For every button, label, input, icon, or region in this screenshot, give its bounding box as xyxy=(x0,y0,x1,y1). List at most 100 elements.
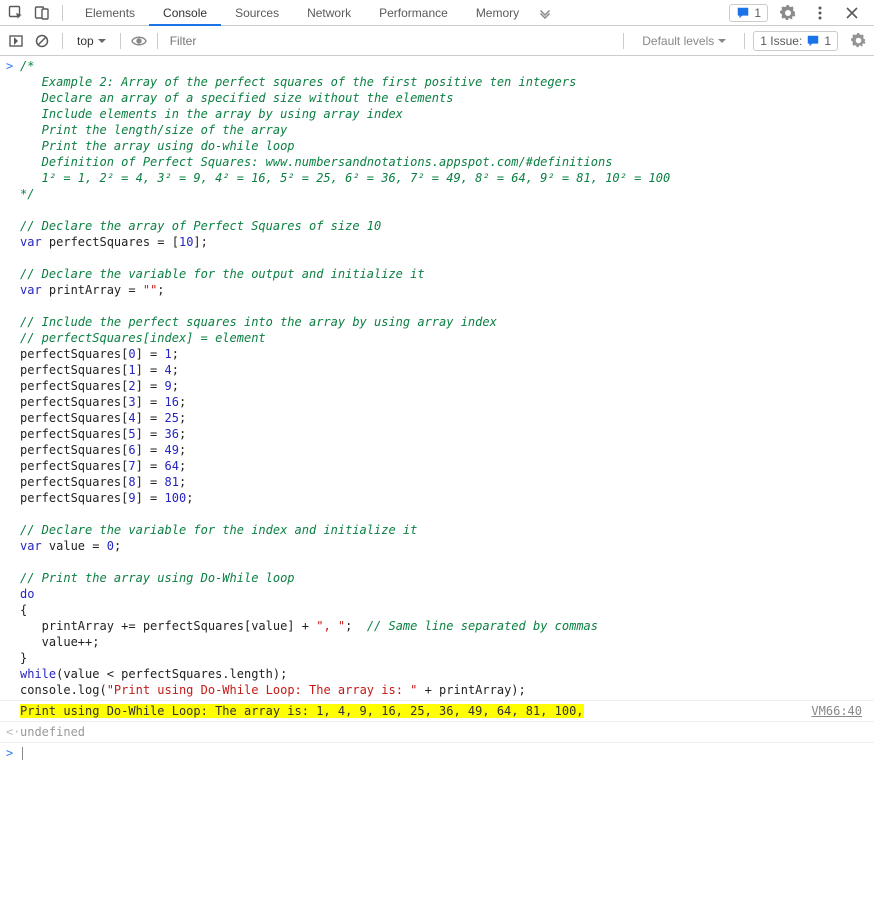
n: 9 xyxy=(165,379,172,393)
c: } xyxy=(20,651,27,665)
code: perfectSquares = [ xyxy=(42,235,179,249)
separator xyxy=(62,33,63,49)
str: "" xyxy=(143,283,157,297)
n: 1 xyxy=(128,363,135,377)
inspect-icon[interactable] xyxy=(4,1,28,25)
n: 2 xyxy=(128,379,135,393)
c: ; xyxy=(179,459,186,473)
more-tabs-icon[interactable] xyxy=(533,1,557,25)
c: ; xyxy=(179,475,186,489)
console-body: > /* Example 2: Array of the perfect squ… xyxy=(0,56,874,763)
n: 5 xyxy=(128,427,135,441)
n: 0 xyxy=(107,539,114,553)
c: ] = xyxy=(136,491,165,505)
n: 100 xyxy=(165,491,187,505)
messages-badge[interactable]: 1 xyxy=(729,4,768,22)
n: 7 xyxy=(128,459,135,473)
context-selector[interactable]: top xyxy=(71,31,112,51)
c: (value < perfectSquares.length); xyxy=(56,667,287,681)
tab-memory[interactable]: Memory xyxy=(462,0,533,26)
console-return-row: <· undefined xyxy=(0,722,874,743)
n: 4 xyxy=(128,411,135,425)
s: ", " xyxy=(316,619,345,633)
separator xyxy=(62,5,63,21)
sidebar-toggle-icon[interactable] xyxy=(4,29,28,53)
console-input-row: > /* Example 2: Array of the perfect squ… xyxy=(0,56,874,700)
c: perfectSquares[ xyxy=(20,363,128,377)
c: ] = xyxy=(136,379,165,393)
kw: var xyxy=(20,235,42,249)
n: 6 xyxy=(128,443,135,457)
input-chevron-icon: > xyxy=(6,745,20,761)
c: ; xyxy=(179,411,186,425)
console-prompt[interactable]: > xyxy=(0,743,874,763)
c: ; xyxy=(179,395,186,409)
c: ; xyxy=(179,443,186,457)
separator xyxy=(744,33,745,49)
s: "Print using Do-While Loop: The array is… xyxy=(107,683,418,697)
c: ] = xyxy=(136,459,165,473)
code-comment: // perfectSquares[index] = element xyxy=(20,331,266,345)
c: perfectSquares[ xyxy=(20,379,128,393)
c: ; xyxy=(345,619,367,633)
source-link[interactable]: VM66:40 xyxy=(811,703,868,719)
live-expression-icon[interactable] xyxy=(129,35,149,47)
c: printArray += perfectSquares[value] + xyxy=(20,619,316,633)
code: ; xyxy=(157,283,164,297)
c: perfectSquares[ xyxy=(20,347,128,361)
tab-performance[interactable]: Performance xyxy=(365,0,462,26)
code-comment: // Declare the variable for the output a… xyxy=(20,267,425,281)
n: 64 xyxy=(165,459,179,473)
kw: var xyxy=(20,539,42,553)
c: ] = xyxy=(136,475,165,489)
n: 0 xyxy=(128,347,135,361)
clear-console-icon[interactable] xyxy=(30,29,54,53)
n: 3 xyxy=(128,395,135,409)
output-chevron-icon: <· xyxy=(6,724,20,740)
log-highlight: Print using Do-While Loop: The array is:… xyxy=(20,704,584,718)
tab-console[interactable]: Console xyxy=(149,0,221,26)
devtools-tabbar: Elements Console Sources Network Perform… xyxy=(0,0,874,26)
kw: do xyxy=(20,587,34,601)
console-settings-icon[interactable] xyxy=(846,33,870,48)
separator xyxy=(623,33,624,49)
c: ; xyxy=(172,379,179,393)
n: 16 xyxy=(165,395,179,409)
message-count: 1 xyxy=(754,6,761,20)
c: ] = xyxy=(136,411,165,425)
tab-sources[interactable]: Sources xyxy=(221,0,293,26)
cm: // Same line separated by commas xyxy=(367,619,598,633)
c: ; xyxy=(172,363,179,377)
c: value++; xyxy=(20,635,99,649)
code-comment: // Declare the array of Perfect Squares … xyxy=(20,219,381,233)
console-toolbar: top Default levels 1 Issue: 1 xyxy=(0,26,874,56)
device-toggle-icon[interactable] xyxy=(30,1,54,25)
c: + printArray); xyxy=(417,683,525,697)
tab-elements[interactable]: Elements xyxy=(71,0,149,26)
settings-icon[interactable] xyxy=(776,1,800,25)
kw: while xyxy=(20,667,56,681)
cursor xyxy=(22,747,23,760)
n: 1 xyxy=(165,347,172,361)
tab-network[interactable]: Network xyxy=(293,0,365,26)
c: console.log( xyxy=(20,683,107,697)
filter-input[interactable] xyxy=(166,31,616,51)
c: perfectSquares[ xyxy=(20,491,128,505)
code-comment: // Include the perfect squares into the … xyxy=(20,315,497,329)
n: 4 xyxy=(165,363,172,377)
toolbar-right: 1 xyxy=(729,1,870,25)
issue-count: 1 xyxy=(824,34,831,48)
kebab-menu-icon[interactable] xyxy=(808,1,832,25)
c: ] = xyxy=(136,427,165,441)
code-comment: /* Example 2: Array of the perfect squar… xyxy=(20,59,670,201)
issues-button[interactable]: 1 Issue: 1 xyxy=(753,31,838,51)
c: ] = xyxy=(136,363,165,377)
n: 36 xyxy=(165,427,179,441)
close-icon[interactable] xyxy=(840,1,864,25)
c: ] = xyxy=(136,347,165,361)
log-levels-selector[interactable]: Default levels xyxy=(632,34,736,48)
n: 9 xyxy=(128,491,135,505)
n: 8 xyxy=(128,475,135,489)
return-value: undefined xyxy=(20,724,85,740)
code-input[interactable]: /* Example 2: Array of the perfect squar… xyxy=(20,58,874,700)
